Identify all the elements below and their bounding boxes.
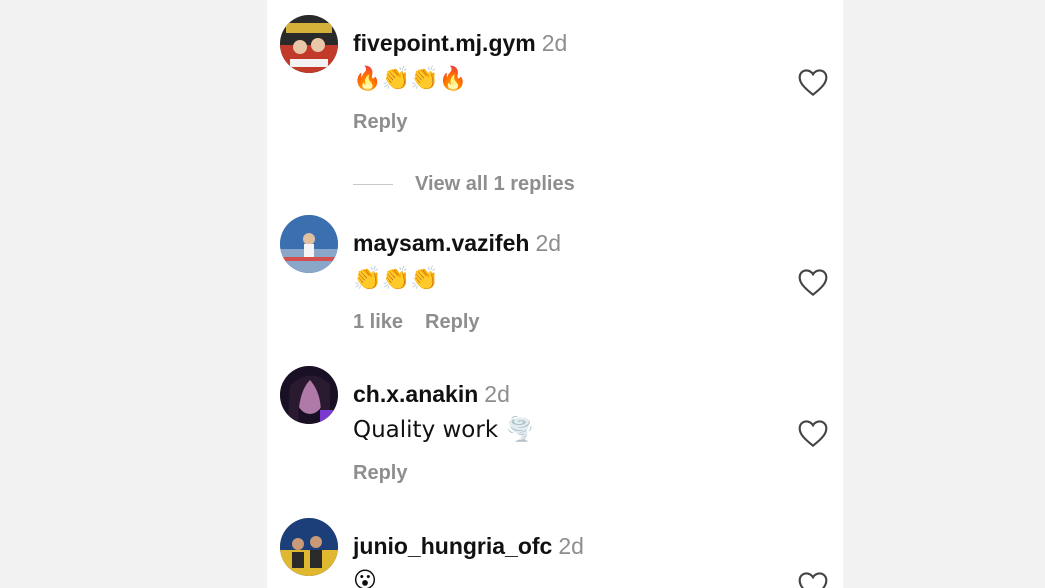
avatar[interactable] <box>280 215 338 273</box>
comment-actions: 1 like Reply <box>353 311 502 334</box>
comment-time: 2d <box>558 533 584 559</box>
avatar[interactable] <box>280 518 338 576</box>
comment-time: 2d <box>535 230 562 256</box>
comment-username[interactable]: ch.x.anakin 2d <box>353 381 510 408</box>
comment-time: 2d <box>541 30 568 56</box>
view-replies-link[interactable]: View all 1 replies <box>415 173 575 196</box>
heart-icon[interactable] <box>797 418 829 448</box>
username-text[interactable]: ch.x.anakin <box>353 381 478 407</box>
avatar[interactable] <box>280 366 338 424</box>
comment-time: 2d <box>484 381 510 407</box>
reply-button[interactable]: Reply <box>353 111 407 133</box>
comment-actions: Reply <box>353 462 429 485</box>
username-text[interactable]: fivepoint.mj.gym <box>353 30 536 56</box>
heart-icon[interactable] <box>797 67 829 97</box>
comment-actions: Reply <box>353 111 429 134</box>
divider <box>353 184 393 185</box>
reply-button[interactable]: Reply <box>353 462 407 484</box>
comment-text: Quality work 🌪️ <box>353 417 535 443</box>
comments-panel: fivepoint.mj.gym 2d 🔥👏👏🔥 Reply View all 1… <box>267 0 843 588</box>
comment-username[interactable]: fivepoint.mj.gym 2d <box>353 30 567 57</box>
likes-count[interactable]: 1 like <box>353 311 403 333</box>
avatar[interactable] <box>280 15 338 73</box>
reply-button[interactable]: Reply <box>425 311 479 333</box>
comment-username[interactable]: maysam.vazifeh 2d <box>353 230 561 257</box>
heart-icon[interactable] <box>797 267 829 297</box>
username-text[interactable]: maysam.vazifeh <box>353 230 529 256</box>
comment-text: 🔥👏👏🔥 <box>353 66 468 92</box>
username-text[interactable]: junio_hungria_ofc <box>353 533 552 559</box>
heart-icon[interactable] <box>797 570 829 588</box>
comment-text: 😮 <box>353 568 377 588</box>
comment-username[interactable]: junio_hungria_ofc 2d <box>353 533 584 560</box>
comment-text: 👏👏👏 <box>353 266 439 292</box>
view-replies[interactable]: View all 1 replies <box>353 173 575 196</box>
